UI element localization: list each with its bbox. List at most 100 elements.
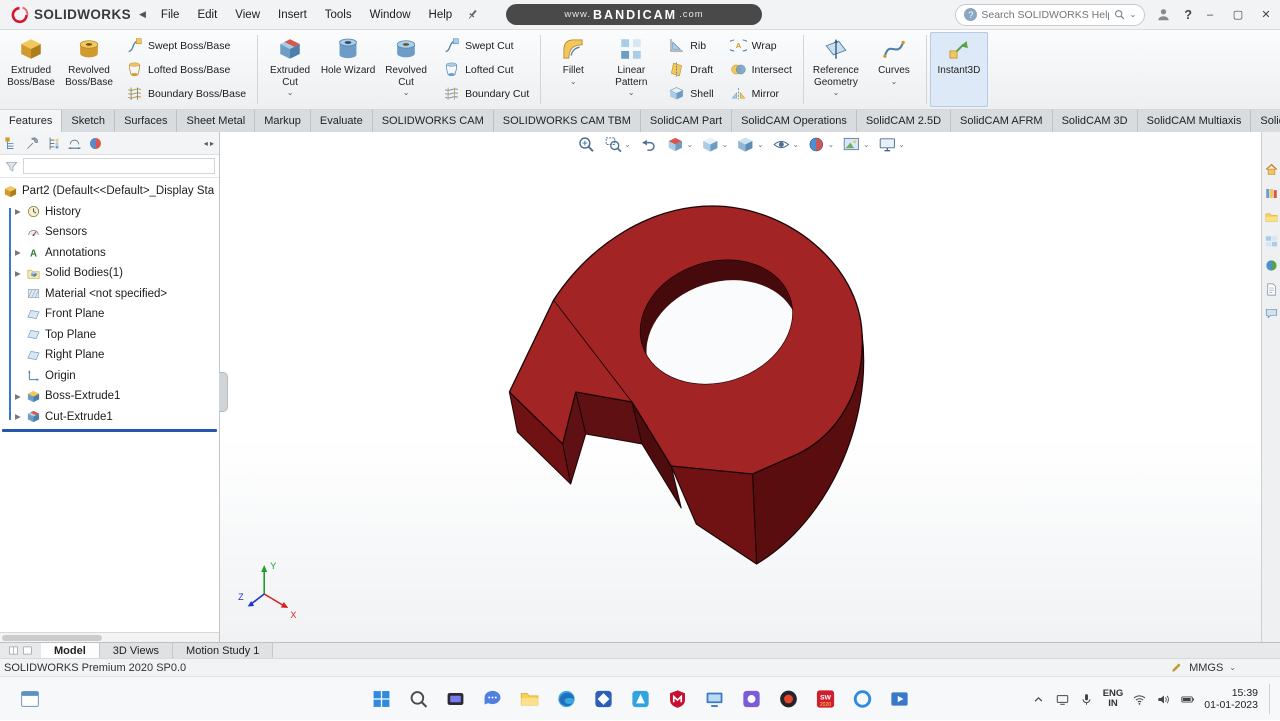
dropdown-arrow-icon[interactable]: ⌄ xyxy=(722,140,728,149)
taskbar-task-view-button[interactable] xyxy=(442,685,469,712)
view-orientation-button[interactable]: ⌄ xyxy=(701,135,728,154)
tree-item-part2-default-default-display-sta[interactable]: Part2 (Default<<Default>_Display Sta xyxy=(0,181,219,202)
graphics-viewport[interactable]: ⌄ ⌄ ⌄ ⌄ ⌄ ⌄ ⌄ ⌄ Y X Z xyxy=(220,132,1261,642)
dropdown-arrow-icon[interactable]: ⌄ xyxy=(891,77,898,86)
tab-sheet-metal[interactable]: Sheet Metal xyxy=(177,110,256,132)
tray-mic-icon[interactable] xyxy=(1079,692,1094,707)
dropdown-arrow-icon[interactable]: ⌄ xyxy=(628,89,635,97)
forum-tab[interactable] xyxy=(1264,306,1279,321)
menu-collapse-icon[interactable]: ◀ xyxy=(139,9,146,20)
ribbon-mirror-button[interactable]: Mirror xyxy=(727,82,795,105)
viewport-canvas[interactable]: Y X Z xyxy=(220,132,1261,642)
ribbon-lofted-boss-base-button[interactable]: Lofted Boss/Base xyxy=(123,58,249,81)
dropdown-arrow-icon[interactable]: ⌄ xyxy=(570,77,577,86)
tab-markup[interactable]: Markup xyxy=(255,110,311,132)
configurationmanager-tab[interactable] xyxy=(45,135,62,152)
help-search-input[interactable] xyxy=(981,8,1109,21)
tab-solidcam-t[interactable]: SolidCAM T... xyxy=(1251,110,1280,132)
taskbar-clock[interactable]: 15:39 01-01-2023 xyxy=(1204,687,1258,711)
featuremanager-tab[interactable] xyxy=(3,135,20,152)
ribbon-boundary-cut-button[interactable]: Boundary Cut xyxy=(440,82,532,105)
menu-view[interactable]: View xyxy=(226,0,269,30)
ribbon-wrap-button[interactable]: A Wrap xyxy=(727,34,795,57)
taskbar-remote-desktop-app[interactable] xyxy=(701,685,728,712)
taskbar-start-button[interactable] xyxy=(368,685,395,712)
displaymanager-tab[interactable] xyxy=(87,135,104,152)
tab-solidcam-multiaxis[interactable]: SolidCAM Multiaxis xyxy=(1137,110,1252,132)
tree-item-annotations[interactable]: ▶ A Annotations xyxy=(0,243,219,264)
taskbar-mcafee-app[interactable] xyxy=(664,685,691,712)
view-settings-button[interactable]: ⌄ xyxy=(877,135,905,154)
propertymanager-tab[interactable] xyxy=(24,135,41,152)
dropdown-arrow-icon[interactable]: ⌄ xyxy=(287,89,294,97)
filter-icon[interactable] xyxy=(4,159,19,174)
section-view-button[interactable]: ⌄ xyxy=(666,135,693,154)
tab-solidcam-2-5d[interactable]: SolidCAM 2.5D xyxy=(856,110,952,132)
taskbar-solidworks-2020-app[interactable]: SW 2020 xyxy=(812,685,839,712)
tree-filter-input[interactable] xyxy=(23,158,215,174)
edit-units-icon[interactable] xyxy=(1170,661,1183,674)
dropdown-arrow-icon[interactable]: ⌄ xyxy=(403,89,410,97)
zoom-to-area-button[interactable]: ⌄ xyxy=(603,135,631,154)
close-button[interactable]: ✕ xyxy=(1252,0,1280,30)
battery-icon[interactable] xyxy=(1180,692,1195,707)
taskbar-file-explorer-app[interactable] xyxy=(516,685,543,712)
menu-window[interactable]: Window xyxy=(361,0,420,30)
solidworks-resources-tab[interactable] xyxy=(1264,162,1279,177)
tray-display-icon[interactable] xyxy=(1055,692,1070,707)
search-dropdown-icon[interactable]: ⌄ xyxy=(1130,10,1137,19)
panel-tabs-overflow[interactable]: ◂ ▸ xyxy=(204,139,216,148)
minimize-button[interactable]: – xyxy=(1196,0,1224,30)
tree-item-material-not-specified[interactable]: Material <not specified> xyxy=(0,284,219,305)
ribbon-fillet-button[interactable]: Fillet ⌄ xyxy=(544,32,602,107)
menu-tools[interactable]: Tools xyxy=(316,0,361,30)
tab-evaluate[interactable]: Evaluate xyxy=(310,110,373,132)
tab-solidcam-operations[interactable]: SolidCAM Operations xyxy=(732,110,857,132)
taskbar-chat-app[interactable] xyxy=(479,685,506,712)
tree-item-origin[interactable]: Origin xyxy=(0,366,219,387)
taskbar-app-blue-square[interactable] xyxy=(590,685,617,712)
expand-arrow-icon[interactable]: ▶ xyxy=(15,392,26,401)
taskbar-left-app[interactable] xyxy=(18,687,42,711)
tab-solidcam-part[interactable]: SolidCAM Part xyxy=(640,110,733,132)
appearances-scenes-tab[interactable] xyxy=(1264,258,1279,273)
ribbon-swept-cut-button[interactable]: Swept Cut xyxy=(440,34,532,57)
tab-surfaces[interactable]: Surfaces xyxy=(115,110,178,132)
zoom-to-fit-button[interactable] xyxy=(576,135,595,154)
apply-scene-button[interactable]: ⌄ xyxy=(842,135,869,154)
taskbar-app-azure[interactable] xyxy=(627,685,654,712)
design-library-tab[interactable] xyxy=(1264,186,1279,201)
doc-tab-motion-study-1[interactable]: Motion Study 1 xyxy=(173,643,274,658)
ribbon-reference-geometry-button[interactable]: Reference Geometry ⌄ xyxy=(807,32,865,107)
ribbon-revolved-boss-base-button[interactable]: Revolved Boss/Base xyxy=(60,32,118,107)
ribbon-extruded-cut-button[interactable]: Extruded Cut ⌄ xyxy=(261,32,319,107)
part-front-face[interactable] xyxy=(670,465,758,565)
ribbon-curves-button[interactable]: Curves ⌄ xyxy=(865,32,923,107)
dropdown-arrow-icon[interactable]: ⌄ xyxy=(757,140,763,149)
doc-tab-3d-views[interactable]: 3D Views xyxy=(99,643,174,658)
pin-menu-icon[interactable] xyxy=(465,7,480,22)
help-search-box[interactable]: ? ⌄ xyxy=(955,3,1146,26)
units-dropdown-icon[interactable]: ⌄ xyxy=(1229,663,1236,672)
menu-insert[interactable]: Insert xyxy=(269,0,316,30)
tree-item-top-plane[interactable]: Top Plane xyxy=(0,325,219,346)
menu-edit[interactable]: Edit xyxy=(188,0,226,30)
doc-tab-model[interactable]: Model xyxy=(41,643,100,658)
tree-item-sensors[interactable]: Sensors xyxy=(0,222,219,243)
hide-show-items-button[interactable]: ⌄ xyxy=(772,135,799,154)
help-menu-button[interactable]: ? xyxy=(1184,8,1192,22)
taskbar-app-o-ring[interactable] xyxy=(849,685,876,712)
units-selector[interactable]: MMGS xyxy=(1189,662,1223,674)
tree-item-front-plane[interactable]: Front Plane xyxy=(0,304,219,325)
tray-expand-icon[interactable] xyxy=(1031,692,1046,707)
dimxpertmanager-tab[interactable] xyxy=(66,135,83,152)
expand-arrow-icon[interactable]: ▶ xyxy=(15,207,26,216)
panel-splitter-handle[interactable] xyxy=(219,372,228,412)
tab-solidcam-3d[interactable]: SolidCAM 3D xyxy=(1052,110,1138,132)
tree-item-history[interactable]: ▶ History xyxy=(0,202,219,223)
ribbon-instant3d-button[interactable]: Instant3D xyxy=(929,32,988,107)
split-single-icon[interactable] xyxy=(22,645,33,656)
menu-file[interactable]: File xyxy=(152,0,189,30)
ribbon-shell-button[interactable]: Shell xyxy=(665,82,716,105)
search-icon[interactable] xyxy=(1113,8,1126,21)
